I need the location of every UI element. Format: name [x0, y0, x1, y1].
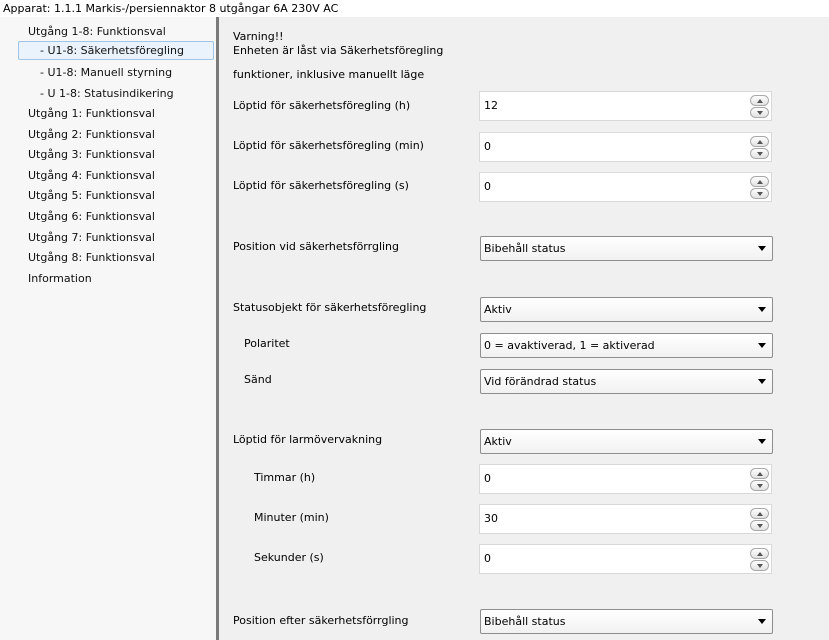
runtime-hours-value: 12	[484, 99, 498, 112]
warning-text: Enheten är låst via Säkerhetsföregling	[233, 44, 444, 57]
chevron-down-icon	[758, 307, 766, 312]
sidebar-item-output-4[interactable]: Utgång 4: Funktionsval	[28, 166, 155, 185]
position-after-label: Position efter säkerhetsförrgling	[233, 614, 409, 627]
chevron-down-icon	[758, 439, 766, 444]
status-object-label: Statusobjekt för säkerhetsföregling	[233, 301, 427, 314]
sidebar-item-manual-control[interactable]: - U1-8: Manuell styrning	[40, 63, 172, 82]
arrow-up-icon	[756, 179, 763, 184]
alarm-hours-label: Timmar (h)	[254, 471, 316, 484]
sidebar-item-output-1-8-function[interactable]: Utgång 1-8: Funktionsval	[28, 22, 166, 41]
runtime-seconds-value: 0	[484, 180, 491, 193]
arrow-up-icon	[756, 471, 763, 476]
position-during-label: Position vid säkerhetsförrgling	[233, 240, 400, 253]
sidebar-item-safety-lock[interactable]: - U1-8: Säkerhetsföregling	[18, 41, 214, 60]
alarm-seconds-field[interactable]: 0	[479, 544, 772, 574]
sidebar-item-output-6[interactable]: Utgång 6: Funktionsval	[28, 207, 155, 226]
sidebar-item-output-1[interactable]: Utgång 1: Funktionsval	[28, 104, 155, 123]
warning-title: Varning!!	[233, 30, 284, 43]
alarm-hours-increment[interactable]	[750, 468, 769, 479]
runtime-minutes-decrement[interactable]	[750, 148, 769, 159]
runtime-hours-field[interactable]: 12	[479, 91, 772, 121]
alarm-minutes-decrement[interactable]	[750, 520, 769, 531]
window-title: Apparat: 1.1.1 Markis-/persiennaktor 8 u…	[0, 0, 829, 17]
arrow-down-icon	[756, 110, 763, 115]
sidebar: Utgång 1-8: Funktionsval - U1-8: Säkerhe…	[0, 17, 216, 640]
runtime-seconds-increment[interactable]	[750, 176, 769, 187]
chevron-down-icon	[758, 246, 766, 251]
runtime-seconds-label: Löptid för säkerhetsföregling (s)	[233, 179, 409, 192]
position-after-value: Bibehåll status	[484, 615, 566, 628]
runtime-seconds-decrement[interactable]	[750, 188, 769, 199]
alarm-seconds-increment[interactable]	[750, 548, 769, 559]
sidebar-item-information[interactable]: Information	[28, 269, 92, 288]
chevron-down-icon	[758, 343, 766, 348]
alarm-runtime-label: Löptid för larmövervakning	[233, 433, 383, 446]
alarm-hours-decrement[interactable]	[750, 480, 769, 491]
arrow-up-icon	[756, 98, 763, 103]
runtime-hours-label: Löptid för säkerhetsföregling (h)	[233, 99, 411, 112]
chevron-down-icon	[758, 619, 766, 624]
position-during-value: Bibehåll status	[484, 242, 566, 255]
polarity-label: Polaritet	[244, 337, 290, 350]
sidebar-item-output-7[interactable]: Utgång 7: Funktionsval	[28, 228, 155, 247]
runtime-hours-decrement[interactable]	[750, 107, 769, 118]
alarm-hours-value: 0	[484, 472, 491, 485]
position-after-select[interactable]: Bibehåll status	[480, 609, 773, 634]
alarm-minutes-value: 30	[484, 512, 498, 525]
alarm-runtime-value: Aktiv	[484, 435, 512, 448]
runtime-minutes-label: Löptid för säkerhetsföregling (min)	[233, 139, 424, 152]
alarm-minutes-increment[interactable]	[750, 508, 769, 519]
arrow-down-icon	[756, 483, 763, 488]
send-label: Sänd	[244, 373, 272, 386]
arrow-up-icon	[756, 511, 763, 516]
warning-text-detail: funktioner, inklusive manuellt läge	[233, 68, 425, 81]
runtime-hours-increment[interactable]	[750, 95, 769, 106]
status-object-select[interactable]: Aktiv	[480, 297, 773, 322]
arrow-down-icon	[756, 191, 763, 196]
status-object-value: Aktiv	[484, 303, 512, 316]
alarm-seconds-decrement[interactable]	[750, 560, 769, 571]
arrow-down-icon	[756, 151, 763, 156]
alarm-hours-field[interactable]: 0	[479, 464, 772, 494]
chevron-down-icon	[758, 379, 766, 384]
runtime-minutes-value: 0	[484, 140, 491, 153]
runtime-minutes-increment[interactable]	[750, 136, 769, 147]
arrow-down-icon	[756, 523, 763, 528]
alarm-seconds-value: 0	[484, 552, 491, 565]
arrow-down-icon	[756, 563, 763, 568]
sidebar-item-output-2[interactable]: Utgång 2: Funktionsval	[28, 125, 155, 144]
alarm-minutes-label: Minuter (min)	[254, 511, 329, 524]
runtime-seconds-field[interactable]: 0	[479, 172, 772, 202]
sidebar-item-output-8[interactable]: Utgång 8: Funktionsval	[28, 248, 155, 267]
alarm-runtime-select[interactable]: Aktiv	[480, 429, 773, 454]
sidebar-item-status-indication[interactable]: - U 1-8: Statusindikering	[40, 84, 174, 103]
send-select[interactable]: Vid förändrad status	[480, 369, 773, 394]
arrow-up-icon	[756, 139, 763, 144]
position-during-select[interactable]: Bibehåll status	[480, 236, 773, 261]
alarm-seconds-label: Sekunder (s)	[254, 551, 324, 564]
runtime-minutes-field[interactable]: 0	[479, 132, 772, 162]
parameter-panel: Varning!! Enheten är låst via Säkerhetsf…	[219, 17, 829, 640]
sidebar-item-output-5[interactable]: Utgång 5: Funktionsval	[28, 186, 155, 205]
send-value: Vid förändrad status	[484, 375, 597, 388]
arrow-up-icon	[756, 551, 763, 556]
polarity-value: 0 = avaktiverad, 1 = aktiverad	[484, 339, 655, 352]
sidebar-item-output-3[interactable]: Utgång 3: Funktionsval	[28, 145, 155, 164]
alarm-minutes-field[interactable]: 30	[479, 504, 772, 534]
polarity-select[interactable]: 0 = avaktiverad, 1 = aktiverad	[480, 333, 773, 358]
